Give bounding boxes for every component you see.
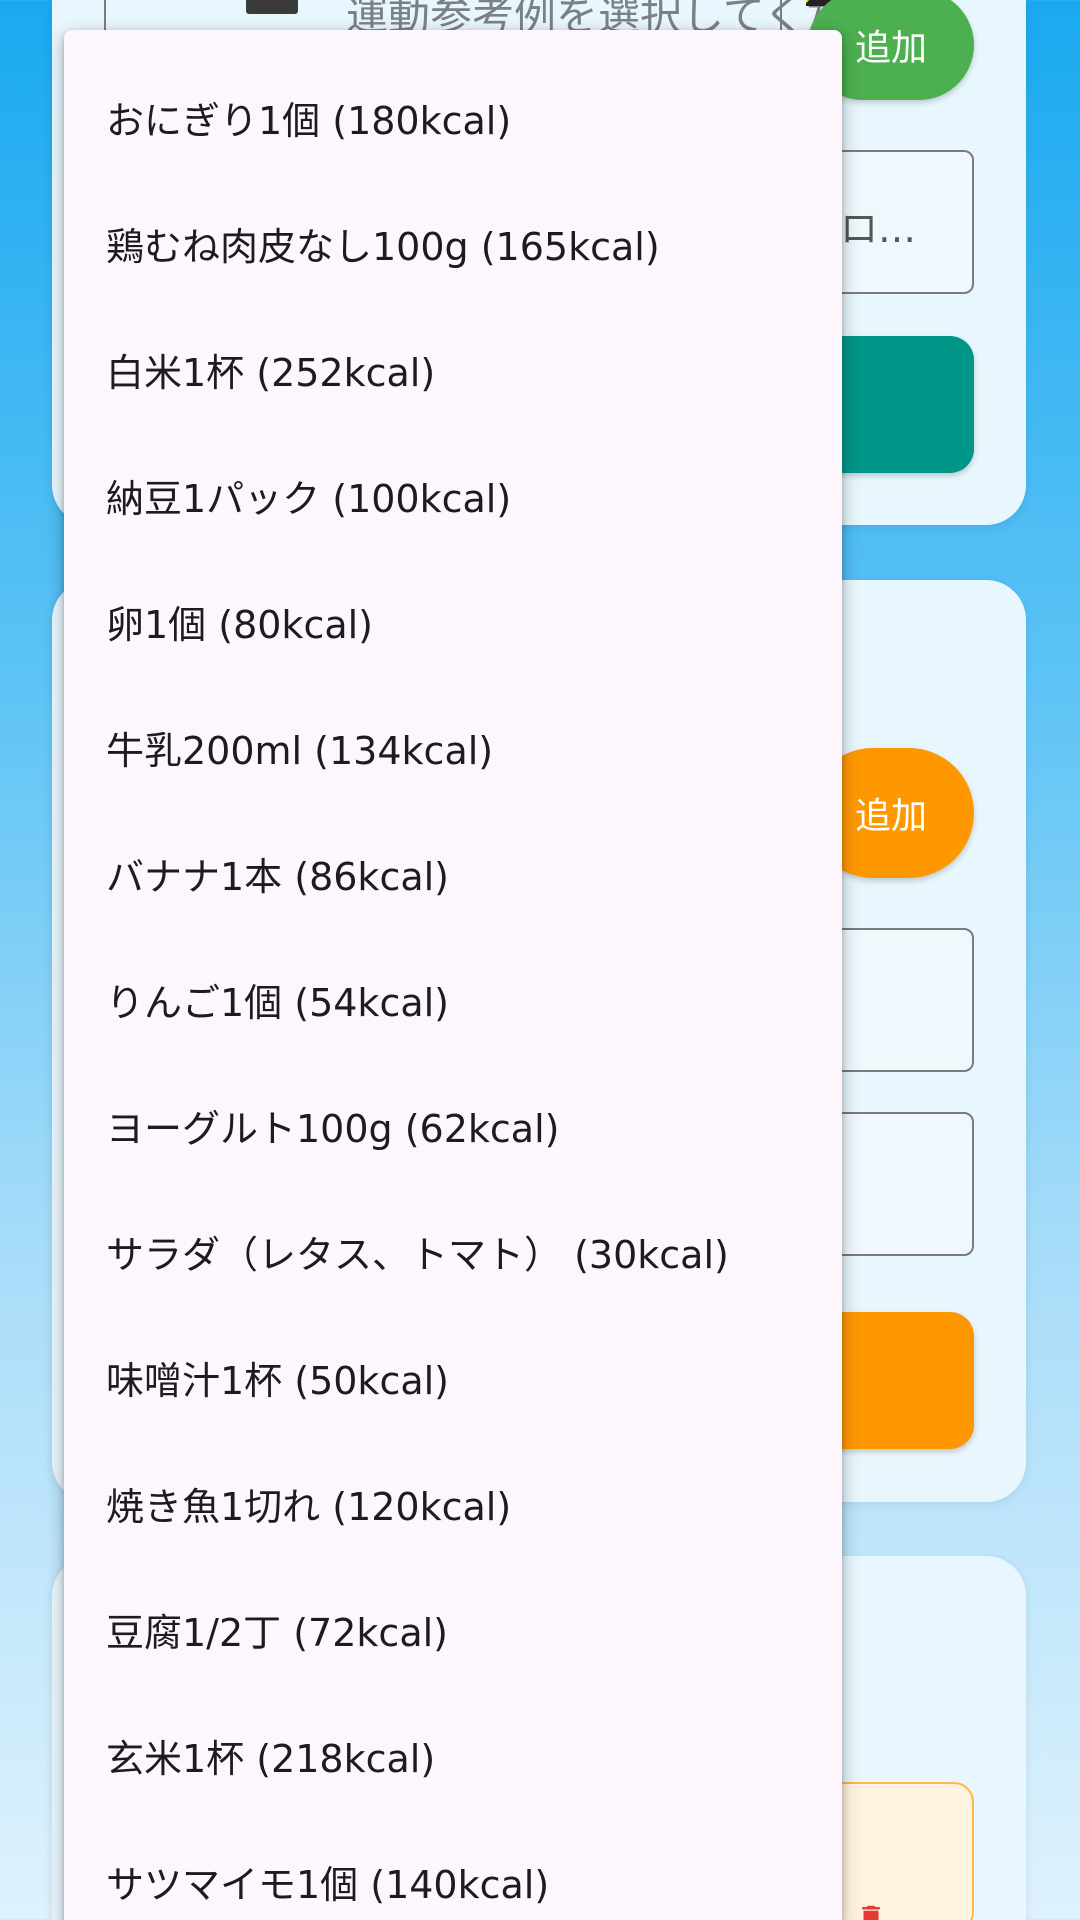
exercise-icon — [246, 0, 298, 14]
trash-icon[interactable] — [856, 1902, 886, 1920]
menu-item-natto[interactable]: 納豆1パック (100kcal) — [64, 432, 842, 558]
menu-item-banana[interactable]: バナナ1本 (86kcal) — [64, 810, 842, 936]
menu-item-white-rice[interactable]: 白米1杯 (252kcal) — [64, 306, 842, 432]
menu-item-yogurt[interactable]: ヨーグルト100g (62kcal) — [64, 1062, 842, 1188]
menu-item-onigiri[interactable]: おにぎり1個 (180kcal) — [64, 54, 842, 180]
exercise-input-text: ロ… — [840, 207, 917, 251]
menu-item-apple[interactable]: りんご1個 (54kcal) — [64, 936, 842, 1062]
menu-item-sweet-potato[interactable]: サツマイモ1個 (140kcal) — [64, 1818, 842, 1920]
menu-item-salad[interactable]: サラダ（レタス、トマト） (30kcal) — [64, 1188, 842, 1314]
menu-item-tofu[interactable]: 豆腐1/2丁 (72kcal) — [64, 1566, 842, 1692]
menu-item-chicken-breast[interactable]: 鶏むね肉皮なし100g (165kcal) — [64, 180, 842, 306]
menu-item-miso-soup[interactable]: 味噌汁1杯 (50kcal) — [64, 1314, 842, 1440]
menu-item-egg[interactable]: 卵1個 (80kcal) — [64, 558, 842, 684]
menu-item-milk[interactable]: 牛乳200ml (134kcal) — [64, 684, 842, 810]
menu-item-brown-rice[interactable]: 玄米1杯 (218kcal) — [64, 1692, 842, 1818]
menu-item-grilled-fish[interactable]: 焼き魚1切れ (120kcal) — [64, 1440, 842, 1566]
food-example-dropdown-menu: おにぎり1個 (180kcal) 鶏むね肉皮なし100g (165kcal) 白… — [64, 30, 842, 1920]
